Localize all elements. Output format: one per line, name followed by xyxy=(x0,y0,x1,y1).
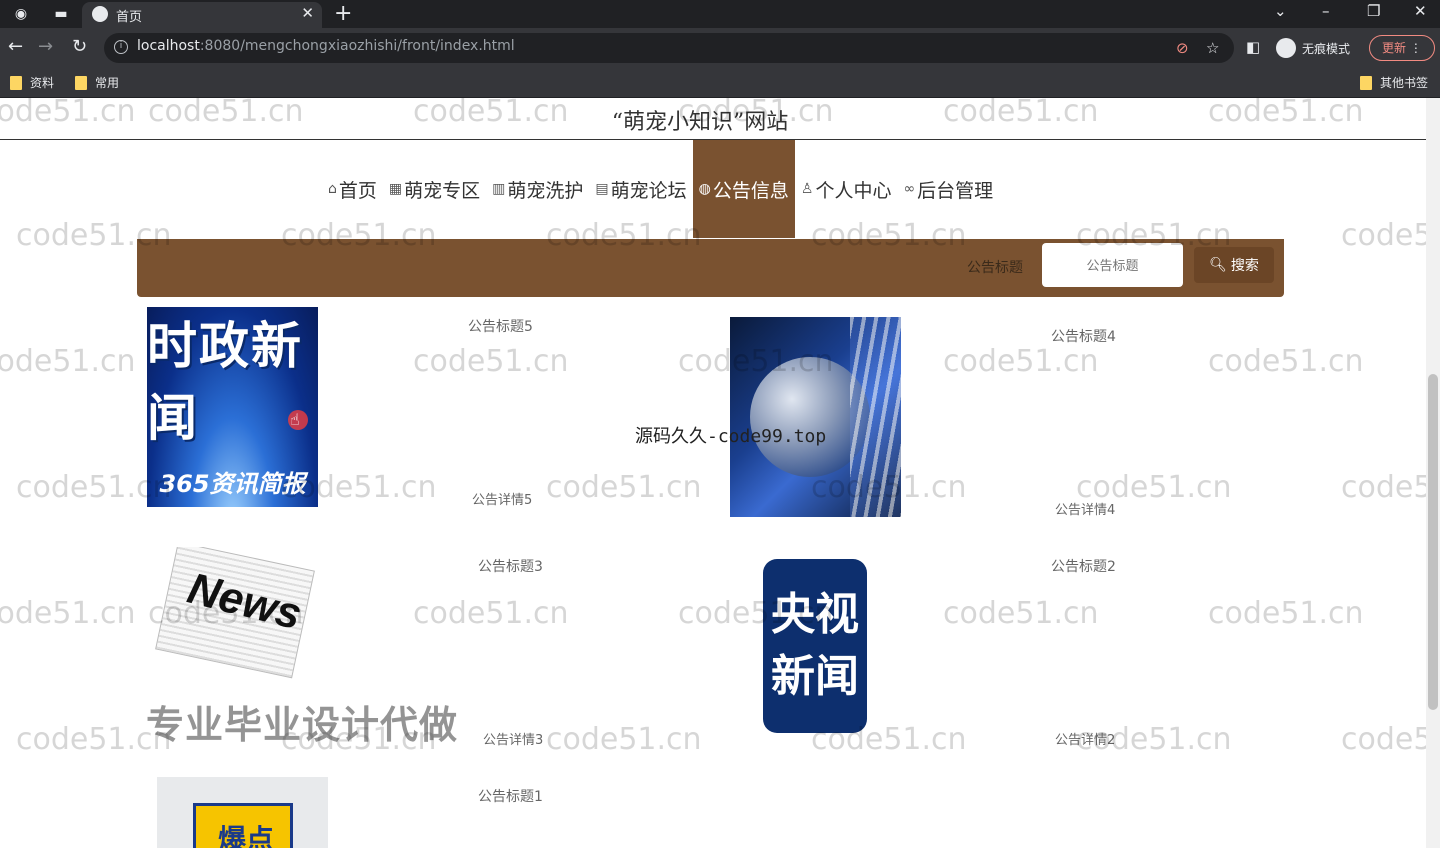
watermark: code51.cn xyxy=(413,344,569,379)
watermark: code51.cn xyxy=(1208,98,1364,129)
blocked-icon[interactable]: ⊘ xyxy=(1176,39,1189,57)
new-tab-icon[interactable]: + xyxy=(334,1,352,26)
search-label: 公告标题 xyxy=(967,260,1023,276)
watermark: code51.cn xyxy=(1076,470,1232,505)
tab-favicon-icon xyxy=(92,6,108,22)
grid-icon: ▦ xyxy=(388,181,403,197)
incognito-indicator[interactable]: 无痕模式 xyxy=(1276,34,1350,62)
scrollbar-thumb[interactable] xyxy=(1428,374,1438,710)
notice-detail-3: 公告详情3 xyxy=(483,733,544,748)
home-icon: ⌂ xyxy=(328,181,337,197)
watermark: code51.cn xyxy=(811,470,967,505)
watermark: code51.cn xyxy=(811,218,967,253)
browser-toolbar: ← → ↻ i localhost:8080/mengchongxiaozhis… xyxy=(0,28,1440,68)
address-bar[interactable]: i localhost:8080/mengchongxiaozhishi/fro… xyxy=(104,33,1234,63)
side-panel-icon[interactable]: ◧ xyxy=(1246,38,1260,56)
watermark: code51.cn xyxy=(678,596,834,631)
browser-menu-icon[interactable]: ◉ xyxy=(12,5,30,23)
page-scrollbar[interactable] xyxy=(1426,98,1440,848)
notice-title-3[interactable]: 公告标题3 xyxy=(478,556,543,576)
watermark: code51.cn xyxy=(546,722,702,757)
watermark: code51.cn xyxy=(148,596,304,631)
watermark: code51.cn xyxy=(943,344,1099,379)
overlay-source-text: 源码久久-code99.top xyxy=(635,426,827,447)
watermark: code51.cn xyxy=(678,344,834,379)
watermark: code51.cn xyxy=(16,218,172,253)
site-info-icon[interactable]: i xyxy=(114,40,128,54)
notice-title-1[interactable]: 公告标题1 xyxy=(478,786,543,806)
minimize-icon[interactable]: – xyxy=(1322,2,1330,20)
bookmark-folder-1[interactable]: 资料 xyxy=(10,74,54,91)
watermark: code51.cn xyxy=(0,344,136,379)
globe-icon: ◍ xyxy=(698,181,711,197)
update-button[interactable]: 更新 ⋮ xyxy=(1369,35,1435,61)
watermark: code51.cn xyxy=(546,470,702,505)
page-viewport: “萌宠小知识”网站 ⌂ 首页 ▦ 萌宠专区 ▥ 萌宠洗护 ▤ 萌宠论坛 ◍ 公告信息 ♙ 个… xyxy=(0,98,1440,848)
notice-image-1[interactable]: 爆点 xyxy=(157,777,328,848)
close-window-icon[interactable]: ✕ xyxy=(1414,2,1427,20)
watermark: code51.cn xyxy=(16,470,172,505)
bookmarks-bar: 资料 常用 其他书签 xyxy=(0,68,1440,98)
watermark: code51.cn xyxy=(413,596,569,631)
watermark: code51.cn xyxy=(943,98,1099,129)
notice-detail-5: 公告详情5 xyxy=(472,493,533,508)
search-icon: 🔍︎ xyxy=(1209,257,1227,273)
watermark: code51.cn xyxy=(148,98,304,129)
watermark: code51.cn xyxy=(811,722,967,757)
link-icon: ∞ xyxy=(903,181,916,197)
folder-icon xyxy=(10,75,22,90)
browser-tab-active[interactable]: 首页 ✕ xyxy=(82,2,322,28)
back-icon[interactable]: ← xyxy=(8,36,23,57)
watermark: code51.cn xyxy=(281,470,437,505)
watermark: code51.cn xyxy=(1076,722,1232,757)
url-text[interactable]: localhost:8080/mengchongxiaozhishi/front… xyxy=(137,38,515,54)
watermark: code51.cn xyxy=(413,98,569,129)
reload-icon[interactable]: ↻ xyxy=(72,36,87,57)
browser-tab-bar: ◉ ▬ 首页 ✕ + ⌄ – ❐ ✕ xyxy=(0,0,1440,28)
restore-icon[interactable]: ❐ xyxy=(1367,2,1380,20)
bookmark-folder-2[interactable]: 常用 xyxy=(75,74,119,91)
cctv-logo: 央视 新闻 xyxy=(763,559,867,733)
watermark: code51.cn xyxy=(943,596,1099,631)
notice-title-2[interactable]: 公告标题2 xyxy=(1051,556,1116,576)
folder-icon xyxy=(1360,75,1372,90)
notice-title-5[interactable]: 公告标题5 xyxy=(468,316,533,336)
tab-list-icon[interactable]: ⌄ xyxy=(1274,2,1287,20)
user-icon: ♙ xyxy=(800,181,814,197)
watermark: code51.cn xyxy=(1076,218,1232,253)
notice-image-2[interactable]: 央视 新闻 xyxy=(730,517,901,747)
watermark: code51.cn xyxy=(0,596,136,631)
watermark: code51.cn xyxy=(546,218,702,253)
tab-search-icon[interactable]: ▬ xyxy=(52,5,70,23)
wash-icon: ▥ xyxy=(492,181,506,197)
watermark: code51.cn xyxy=(281,218,437,253)
other-bookmarks[interactable]: 其他书签 xyxy=(1360,74,1428,91)
forum-icon: ▤ xyxy=(595,181,609,197)
nav-item-notices[interactable]: ◍ 公告信息 xyxy=(692,140,795,238)
watermark: code51.cn xyxy=(678,98,834,129)
watermark: code51.cn xyxy=(1208,344,1364,379)
watermark: code51.cn xyxy=(1208,596,1364,631)
tab-close-icon[interactable]: ✕ xyxy=(301,4,314,22)
bookmark-star-icon[interactable]: ☆ xyxy=(1206,39,1219,57)
incognito-icon xyxy=(1276,38,1296,58)
incognito-label: 无痕模式 xyxy=(1302,41,1351,56)
folder-icon xyxy=(75,75,87,90)
notice-title-4[interactable]: 公告标题4 xyxy=(1051,326,1116,346)
mouse-cursor-icon xyxy=(288,410,308,430)
forward-icon[interactable]: → xyxy=(38,36,53,57)
overlay-promo-text: 专业毕业设计代做 xyxy=(146,703,459,747)
tab-title: 首页 xyxy=(116,10,143,25)
burst-graphic: 爆点 xyxy=(193,803,293,848)
watermark: code51.cn xyxy=(0,98,136,129)
